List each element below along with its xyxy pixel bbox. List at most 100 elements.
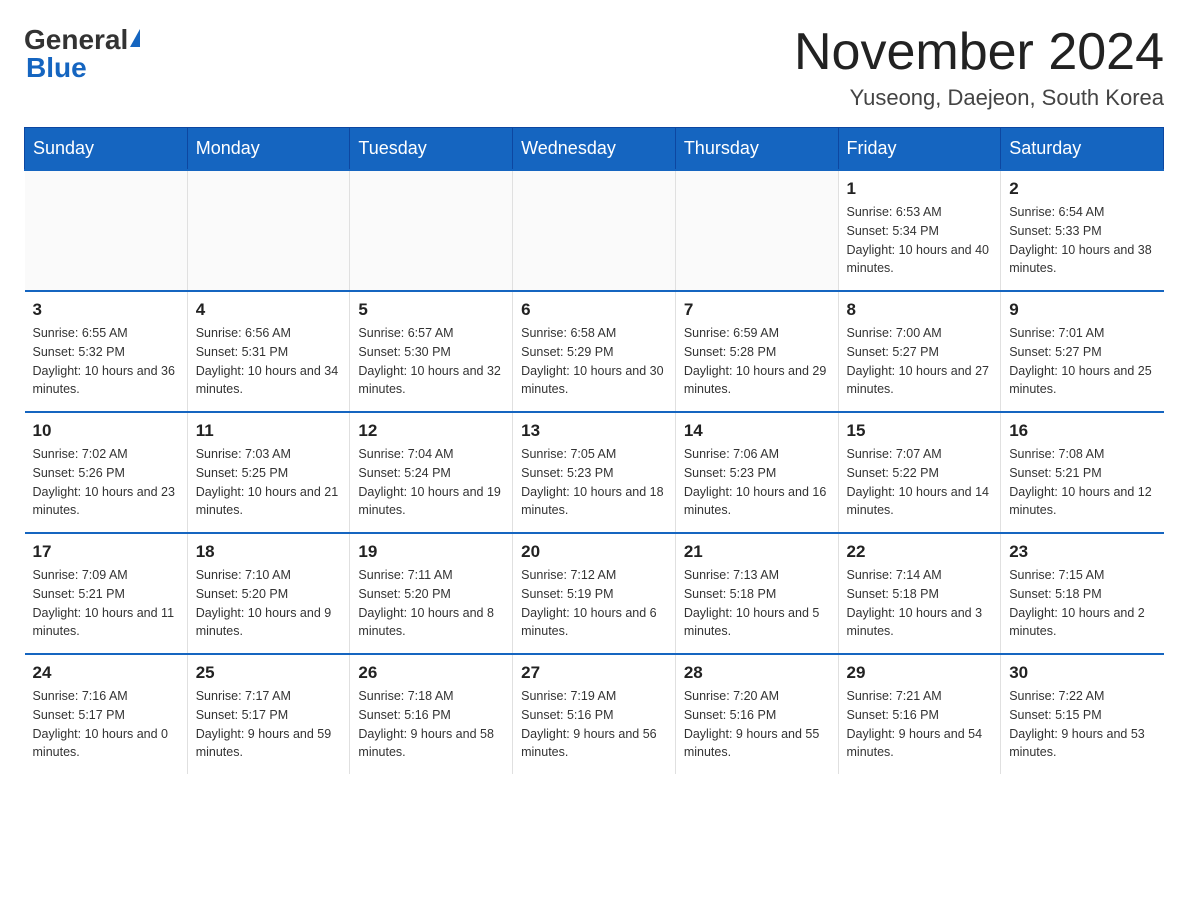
calendar-week-row: 17 Sunrise: 7:09 AMSunset: 5:21 PMDayligh…: [25, 533, 1164, 654]
day-number: 6: [521, 300, 667, 320]
calendar-week-row: 10 Sunrise: 7:02 AMSunset: 5:26 PMDayligh…: [25, 412, 1164, 533]
day-number: 9: [1009, 300, 1155, 320]
day-number: 24: [33, 663, 179, 683]
table-row: 30 Sunrise: 7:22 AMSunset: 5:15 PMDayligh…: [1001, 654, 1164, 774]
day-number: 19: [358, 542, 504, 562]
table-row: [187, 170, 350, 291]
day-number: 17: [33, 542, 179, 562]
table-row: 29Sunrise: 7:21 AMSunset: 5:16 PMDayligh…: [838, 654, 1001, 774]
page-header: General Blue November 2024 Yuseong, Daej…: [24, 24, 1164, 111]
table-row: 10 Sunrise: 7:02 AMSunset: 5:26 PMDayligh…: [25, 412, 188, 533]
table-row: [675, 170, 838, 291]
logo-triangle-icon: [130, 29, 140, 47]
day-info: Sunrise: 6:55 AMSunset: 5:32 PMDaylight:…: [33, 324, 179, 399]
day-info: Sunrise: 7:20 AMSunset: 5:16 PMDaylight:…: [684, 687, 830, 762]
day-number: 1: [847, 179, 993, 199]
table-row: 12 Sunrise: 7:04 AMSunset: 5:24 PMDayligh…: [350, 412, 513, 533]
day-number: 3: [33, 300, 179, 320]
day-info: Sunrise: 7:06 AMSunset: 5:23 PMDaylight:…: [684, 445, 830, 520]
day-number: 7: [684, 300, 830, 320]
header-wednesday: Wednesday: [513, 128, 676, 171]
table-row: 16Sunrise: 7:08 AMSunset: 5:21 PMDayligh…: [1001, 412, 1164, 533]
table-row: 4Sunrise: 6:56 AMSunset: 5:31 PMDaylight…: [187, 291, 350, 412]
table-row: 8 Sunrise: 7:00 AMSunset: 5:27 PMDaylight…: [838, 291, 1001, 412]
month-year-title: November 2024: [794, 24, 1164, 81]
day-number: 2: [1009, 179, 1155, 199]
table-row: 15 Sunrise: 7:07 AMSunset: 5:22 PMDayligh…: [838, 412, 1001, 533]
day-number: 5: [358, 300, 504, 320]
table-row: 5 Sunrise: 6:57 AMSunset: 5:30 PMDaylight…: [350, 291, 513, 412]
day-number: 21: [684, 542, 830, 562]
table-row: 3 Sunrise: 6:55 AMSunset: 5:32 PMDaylight…: [25, 291, 188, 412]
table-row: 22Sunrise: 7:14 AMSunset: 5:18 PMDayligh…: [838, 533, 1001, 654]
day-info: Sunrise: 6:54 AMSunset: 5:33 PMDaylight:…: [1009, 203, 1155, 278]
table-row: 24 Sunrise: 7:16 AMSunset: 5:17 PMDayligh…: [25, 654, 188, 774]
header-tuesday: Tuesday: [350, 128, 513, 171]
day-info: Sunrise: 7:04 AMSunset: 5:24 PMDaylight:…: [358, 445, 504, 520]
table-row: 11 Sunrise: 7:03 AMSunset: 5:25 PMDayligh…: [187, 412, 350, 533]
day-number: 15: [847, 421, 993, 441]
table-row: 2 Sunrise: 6:54 AMSunset: 5:33 PMDaylight…: [1001, 170, 1164, 291]
day-number: 18: [196, 542, 342, 562]
calendar-table: Sunday Monday Tuesday Wednesday Thursday…: [24, 127, 1164, 774]
day-info: Sunrise: 7:22 AMSunset: 5:15 PMDaylight:…: [1009, 687, 1155, 762]
day-info: Sunrise: 7:05 AMSunset: 5:23 PMDaylight:…: [521, 445, 667, 520]
calendar-week-row: 3 Sunrise: 6:55 AMSunset: 5:32 PMDaylight…: [25, 291, 1164, 412]
day-number: 16: [1009, 421, 1155, 441]
day-number: 28: [684, 663, 830, 683]
day-info: Sunrise: 7:07 AMSunset: 5:22 PMDaylight:…: [847, 445, 993, 520]
table-row: [350, 170, 513, 291]
day-info: Sunrise: 7:18 AMSunset: 5:16 PMDaylight:…: [358, 687, 504, 762]
table-row: 27Sunrise: 7:19 AMSunset: 5:16 PMDayligh…: [513, 654, 676, 774]
day-info: Sunrise: 6:56 AMSunset: 5:31 PMDaylight:…: [196, 324, 342, 399]
table-row: [25, 170, 188, 291]
day-info: Sunrise: 7:15 AMSunset: 5:18 PMDaylight:…: [1009, 566, 1155, 641]
table-row: 9 Sunrise: 7:01 AMSunset: 5:27 PMDaylight…: [1001, 291, 1164, 412]
logo: General Blue: [24, 24, 140, 84]
day-info: Sunrise: 7:10 AMSunset: 5:20 PMDaylight:…: [196, 566, 342, 641]
header-monday: Monday: [187, 128, 350, 171]
table-row: 1 Sunrise: 6:53 AMSunset: 5:34 PMDaylight…: [838, 170, 1001, 291]
table-row: 6 Sunrise: 6:58 AMSunset: 5:29 PMDaylight…: [513, 291, 676, 412]
day-number: 30: [1009, 663, 1155, 683]
calendar-week-row: 24 Sunrise: 7:16 AMSunset: 5:17 PMDayligh…: [25, 654, 1164, 774]
day-info: Sunrise: 7:01 AMSunset: 5:27 PMDaylight:…: [1009, 324, 1155, 399]
table-row: 23Sunrise: 7:15 AMSunset: 5:18 PMDayligh…: [1001, 533, 1164, 654]
table-row: 25Sunrise: 7:17 AMSunset: 5:17 PMDayligh…: [187, 654, 350, 774]
table-row: 28 Sunrise: 7:20 AMSunset: 5:16 PMDayligh…: [675, 654, 838, 774]
day-number: 12: [358, 421, 504, 441]
day-number: 8: [847, 300, 993, 320]
day-info: Sunrise: 6:53 AMSunset: 5:34 PMDaylight:…: [847, 203, 993, 278]
day-info: Sunrise: 7:02 AMSunset: 5:26 PMDaylight:…: [33, 445, 179, 520]
day-info: Sunrise: 7:03 AMSunset: 5:25 PMDaylight:…: [196, 445, 342, 520]
day-number: 29: [847, 663, 993, 683]
day-number: 14: [684, 421, 830, 441]
day-info: Sunrise: 6:58 AMSunset: 5:29 PMDaylight:…: [521, 324, 667, 399]
day-info: Sunrise: 6:57 AMSunset: 5:30 PMDaylight:…: [358, 324, 504, 399]
table-row: 7 Sunrise: 6:59 AMSunset: 5:28 PMDaylight…: [675, 291, 838, 412]
day-number: 11: [196, 421, 342, 441]
day-info: Sunrise: 7:00 AMSunset: 5:27 PMDaylight:…: [847, 324, 993, 399]
day-number: 10: [33, 421, 179, 441]
header-friday: Friday: [838, 128, 1001, 171]
logo-blue-text: Blue: [26, 52, 87, 83]
table-row: 20 Sunrise: 7:12 AMSunset: 5:19 PMDayligh…: [513, 533, 676, 654]
table-row: 13 Sunrise: 7:05 AMSunset: 5:23 PMDayligh…: [513, 412, 676, 533]
day-number: 20: [521, 542, 667, 562]
title-area: November 2024 Yuseong, Daejeon, South Ko…: [794, 24, 1164, 111]
day-info: Sunrise: 6:59 AMSunset: 5:28 PMDaylight:…: [684, 324, 830, 399]
day-number: 13: [521, 421, 667, 441]
day-info: Sunrise: 7:09 AMSunset: 5:21 PMDaylight:…: [33, 566, 179, 641]
header-sunday: Sunday: [25, 128, 188, 171]
table-row: 26 Sunrise: 7:18 AMSunset: 5:16 PMDayligh…: [350, 654, 513, 774]
table-row: 19 Sunrise: 7:11 AMSunset: 5:20 PMDayligh…: [350, 533, 513, 654]
header-thursday: Thursday: [675, 128, 838, 171]
day-number: 22: [847, 542, 993, 562]
day-info: Sunrise: 7:16 AMSunset: 5:17 PMDaylight:…: [33, 687, 179, 762]
header-saturday: Saturday: [1001, 128, 1164, 171]
day-info: Sunrise: 7:12 AMSunset: 5:19 PMDaylight:…: [521, 566, 667, 641]
table-row: 14 Sunrise: 7:06 AMSunset: 5:23 PMDayligh…: [675, 412, 838, 533]
day-info: Sunrise: 7:11 AMSunset: 5:20 PMDaylight:…: [358, 566, 504, 641]
table-row: 17 Sunrise: 7:09 AMSunset: 5:21 PMDayligh…: [25, 533, 188, 654]
day-number: 26: [358, 663, 504, 683]
